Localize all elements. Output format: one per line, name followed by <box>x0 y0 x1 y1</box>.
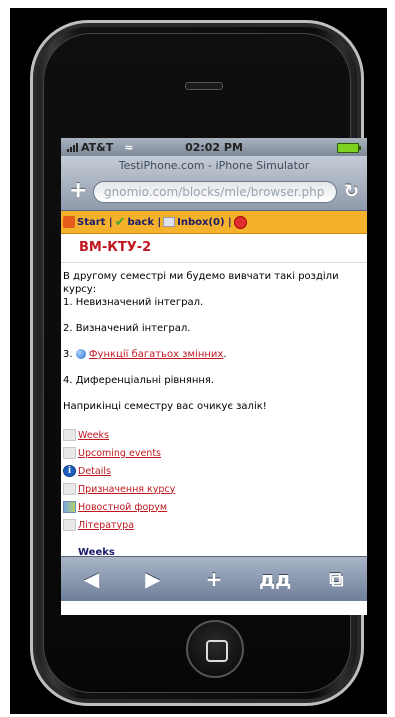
status-time: 02:02 PM <box>185 140 243 154</box>
browser-toolbar: ◀ ▶ + дд ⧉ <box>61 556 367 601</box>
calendar-icon <box>63 429 76 441</box>
bookmarks-button[interactable]: дд <box>255 567 295 591</box>
list-item[interactable]: Призначення курсу <box>63 480 365 498</box>
page-icon <box>63 483 76 495</box>
course-purpose-link[interactable]: Призначення курсу <box>78 483 175 496</box>
literature-link[interactable]: Література <box>78 519 134 532</box>
intro-text: В другому семестрі ми будемо вивчати так… <box>63 271 339 295</box>
browser-titlebar: TestiPhone.com - iPhone Simulator + gnom… <box>61 156 367 211</box>
list-item[interactable]: Upcoming events <box>63 444 365 462</box>
site-nav: Start | ✔ back | Inbox(0) | <box>61 211 367 234</box>
forum-icon <box>63 501 76 513</box>
list-item[interactable]: Новостной форум <box>63 498 365 516</box>
nav-start-link[interactable]: Start | <box>77 217 113 228</box>
info-icon: i <box>63 465 76 477</box>
topic-1: 1. Невизначений інтеграл. <box>63 297 204 308</box>
iphone-screen: AT&T ≈ 02:02 PM TestiPhone.com - iPhone … <box>61 138 367 615</box>
forward-button[interactable]: ▶ <box>133 567 173 591</box>
list-item[interactable]: Література <box>63 516 365 534</box>
topic-4: 4. Диференціальні рівняння. <box>63 375 215 386</box>
back-arrow-icon: ✔ <box>114 214 126 230</box>
nav-inbox-link[interactable]: Inbox(0) | <box>177 217 232 228</box>
globe-icon <box>75 349 86 359</box>
upcoming-events-link[interactable]: Upcoming events <box>78 447 161 460</box>
battery-icon <box>337 143 361 153</box>
list-item[interactable]: i Details <box>63 462 365 480</box>
list-item[interactable]: Weeks <box>63 426 365 444</box>
course-summary: В другому семестрі ми будемо вивчати так… <box>61 263 367 559</box>
home-button[interactable] <box>186 620 244 678</box>
course-heading: ВМ-КТУ-2 <box>61 234 367 263</box>
topic-2: 2. Визначений інтеграл. <box>63 323 191 334</box>
topic-3-link[interactable]: Функції багатьох змінних <box>89 349 223 360</box>
speaker-grille <box>185 82 223 90</box>
page-title: TestiPhone.com - iPhone Simulator <box>118 159 310 172</box>
home-icon <box>63 216 75 228</box>
pages-button[interactable]: ⧉ <box>316 567 356 591</box>
logout-icon[interactable] <box>233 215 247 229</box>
back-button[interactable]: ◀ <box>72 567 112 591</box>
reload-button[interactable]: ↻ <box>344 181 359 202</box>
nav-back-link[interactable]: back | <box>127 217 161 228</box>
events-icon <box>63 447 76 459</box>
mail-icon <box>163 217 176 227</box>
weeks-link[interactable]: Weeks <box>78 429 109 442</box>
details-link[interactable]: Details <box>78 465 111 478</box>
add-bookmark-button[interactable]: + <box>69 180 87 202</box>
page-icon <box>63 519 76 531</box>
add-button[interactable]: + <box>194 567 234 591</box>
topic-3: 3. Функції багатьох змінних. <box>63 349 227 360</box>
block-links: Weeks Upcoming events i Details Призначе… <box>63 426 365 534</box>
address-bar[interactable]: gnomio.com/blocks/mle/browser.php <box>93 181 337 203</box>
news-forum-link[interactable]: Новостной форум <box>78 501 167 514</box>
status-bar: AT&T ≈ 02:02 PM <box>61 138 367 156</box>
closing-text: Наприкінці семестру вас очикує залік! <box>63 401 267 412</box>
